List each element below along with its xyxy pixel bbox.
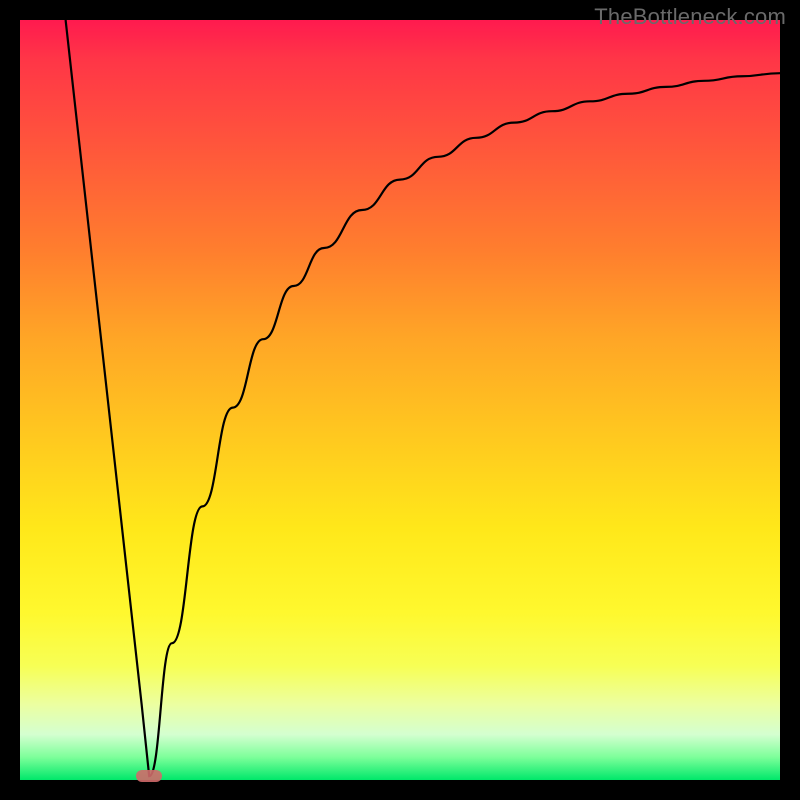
bottleneck-curve [20,20,780,780]
curve-path [66,20,780,776]
plot-area [20,20,780,780]
min-marker [136,770,162,782]
watermark-text: TheBottleneck.com [594,4,786,30]
chart-frame: TheBottleneck.com [0,0,800,800]
